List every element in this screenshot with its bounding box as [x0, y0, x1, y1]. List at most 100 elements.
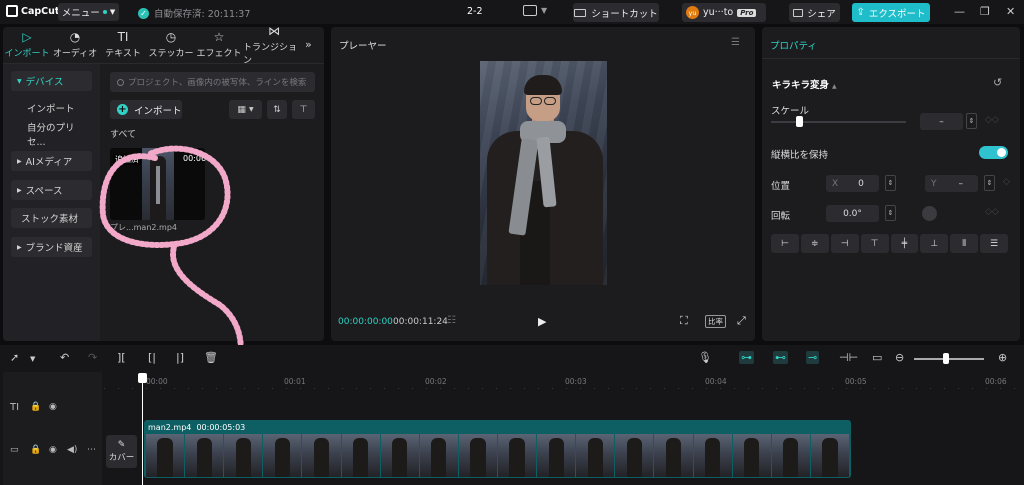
position-x-stepper[interactable]: ⇕	[885, 175, 896, 191]
screen-icon[interactable]: ▭	[872, 351, 882, 364]
tab-text[interactable]: TI テキスト	[99, 27, 147, 63]
split-icon[interactable]: ][	[117, 351, 126, 364]
align-center-v-icon[interactable]: ╪	[890, 234, 919, 253]
share-button[interactable]: シェア	[789, 3, 840, 22]
sticker-icon: ◷	[165, 30, 177, 44]
nav-stock[interactable]: ストック素材	[11, 208, 92, 228]
preview-axis-icon[interactable]: ⊸	[806, 351, 820, 364]
menu-icon[interactable]: ☰	[731, 37, 740, 48]
keyframe-icon[interactable]: ◇◇	[985, 207, 999, 217]
tab-effect[interactable]: ☆ エフェクト	[195, 27, 243, 63]
rotation-value: 0.0°	[843, 208, 862, 219]
scale-slider-handle[interactable]	[796, 116, 803, 127]
eye-icon[interactable]: ◉	[49, 402, 57, 412]
rotation-dial[interactable]	[922, 206, 937, 221]
zoom-in-icon[interactable]: ⊕	[998, 351, 1007, 364]
distribute-v-icon[interactable]: ☰	[980, 234, 1008, 253]
minimize-icon[interactable]: —	[954, 5, 965, 18]
layout-icon[interactable]	[523, 5, 537, 16]
trim-right-icon[interactable]: |]	[176, 351, 184, 364]
speaker-icon[interactable]: ◀)	[67, 445, 77, 455]
aspect-ratio-button[interactable]: 比率	[705, 315, 726, 328]
video-preview[interactable]	[480, 61, 607, 285]
zoom-slider-handle[interactable]	[943, 353, 949, 364]
shortcut-button[interactable]: ショートカット	[573, 3, 659, 22]
microphone-icon[interactable]: 🎙	[698, 351, 712, 364]
nav-brand-assets[interactable]: ▶ ブランド資産	[11, 237, 92, 257]
keyframe-icon[interactable]: ◇	[1003, 177, 1010, 187]
nav-device[interactable]: ▼ デバイス	[11, 71, 92, 91]
tab-import[interactable]: ▷ インポート	[3, 27, 51, 63]
align-right-icon[interactable]: ⊣	[830, 234, 859, 253]
fullscreen-icon[interactable]: ⤢	[737, 314, 746, 328]
properties-tab[interactable]: プロパティ	[770, 38, 817, 52]
clip-frame	[497, 434, 537, 477]
keyframe-icon[interactable]: ◇◇	[985, 115, 999, 125]
list-icon[interactable]: ☷	[447, 315, 456, 326]
filter-button[interactable]: ⊤	[292, 100, 315, 119]
ruler-tick: 00:03	[565, 377, 587, 386]
delete-icon[interactable]: 🗑	[204, 351, 218, 364]
video-glasses-left	[530, 97, 542, 105]
more-tabs-icon[interactable]: »	[305, 38, 312, 51]
user-account-button[interactable]: yu yu···to Pro	[682, 3, 766, 22]
nav-space[interactable]: ▶ スペース	[11, 180, 92, 200]
trim-left-icon[interactable]: [|	[148, 351, 156, 364]
section-title[interactable]: キラキラ変身 ▲	[772, 77, 837, 91]
play-icon[interactable]: ▶	[538, 315, 546, 328]
undo-icon[interactable]: ↶	[60, 351, 69, 364]
sort-button[interactable]: ⇅	[267, 100, 287, 119]
chevron-down-icon[interactable]: ▼	[541, 6, 547, 15]
select-cursor-icon[interactable]: ➚	[10, 351, 19, 364]
redo-icon[interactable]: ↷	[88, 351, 97, 364]
cover-button[interactable]: ✎ カバー	[106, 435, 137, 468]
import-button[interactable]: + インポート	[110, 100, 182, 119]
lock-icon[interactable]: 🔒	[30, 445, 41, 455]
menu-button[interactable]: メニュー ▼	[58, 3, 119, 21]
position-x-field[interactable]: X0	[826, 175, 879, 192]
media-search-input[interactable]: プロジェクト、画像内の被写体、ラインを検索	[110, 72, 315, 92]
tab-audio[interactable]: ◔ オーディオ	[51, 27, 99, 63]
tab-transition[interactable]: ⋈ トランジション	[243, 24, 305, 66]
ruler-tick: 00:01	[284, 377, 306, 386]
aspect-toggle[interactable]	[979, 146, 1008, 159]
ruler-tick: 00:04	[705, 377, 727, 386]
plus-icon: +	[117, 104, 128, 115]
align-center-h-icon[interactable]: ≑	[800, 234, 829, 253]
eye-icon[interactable]: ◉	[49, 445, 57, 455]
tab-sticker[interactable]: ◷ ステッカー	[147, 27, 195, 63]
lock-icon[interactable]: 🔒	[30, 402, 41, 412]
rotation-stepper[interactable]: ⇕	[885, 205, 896, 221]
nav-import[interactable]: インポート	[11, 98, 92, 118]
split-view-icon[interactable]: ⊣⊢	[839, 351, 858, 364]
align-top-icon[interactable]: ⊤	[860, 234, 889, 253]
maximize-icon[interactable]: ❐	[980, 5, 990, 18]
close-icon[interactable]: ✕	[1006, 5, 1015, 18]
view-mode-button[interactable]: ▦ ▼	[229, 100, 262, 119]
nav-ai-media[interactable]: ▶ AIメディア	[11, 151, 92, 171]
position-y-stepper[interactable]: ⇕	[984, 175, 995, 191]
more-icon[interactable]: ⋯	[87, 445, 96, 455]
rotation-field[interactable]: 0.0°	[826, 205, 879, 222]
align-left-icon[interactable]: ⊢	[771, 234, 799, 253]
link-icon[interactable]: ⊷	[773, 351, 788, 364]
scale-slider[interactable]	[771, 121, 906, 123]
zoom-slider[interactable]	[914, 358, 984, 360]
playhead-handle[interactable]	[138, 373, 147, 383]
playhead[interactable]	[142, 373, 143, 485]
align-bottom-icon[interactable]: ⊥	[920, 234, 949, 253]
export-button[interactable]: ⇪ エクスポート	[852, 3, 930, 22]
project-name[interactable]: 2-2	[467, 6, 483, 17]
fit-screen-icon[interactable]: ⛶	[680, 314, 688, 328]
position-y-field[interactable]: Y –	[925, 175, 978, 192]
video-clip[interactable]	[144, 420, 851, 478]
nav-my-presets[interactable]: 自分のプリセ...	[11, 123, 92, 148]
scale-field[interactable]: –	[920, 113, 963, 130]
magnet-icon[interactable]: ⊶	[739, 351, 754, 364]
zoom-out-icon[interactable]: ⊖	[895, 351, 904, 364]
distribute-h-icon[interactable]: ⫴	[950, 234, 979, 253]
left-nav: ▼ デバイス インポート 自分のプリセ... ▶ AIメディア ▶ スペース ストック…	[3, 64, 100, 341]
chevron-down-icon[interactable]: ▼	[30, 355, 35, 363]
scale-stepper[interactable]: ⇕	[966, 113, 977, 129]
reset-icon[interactable]: ↺	[993, 76, 1002, 89]
